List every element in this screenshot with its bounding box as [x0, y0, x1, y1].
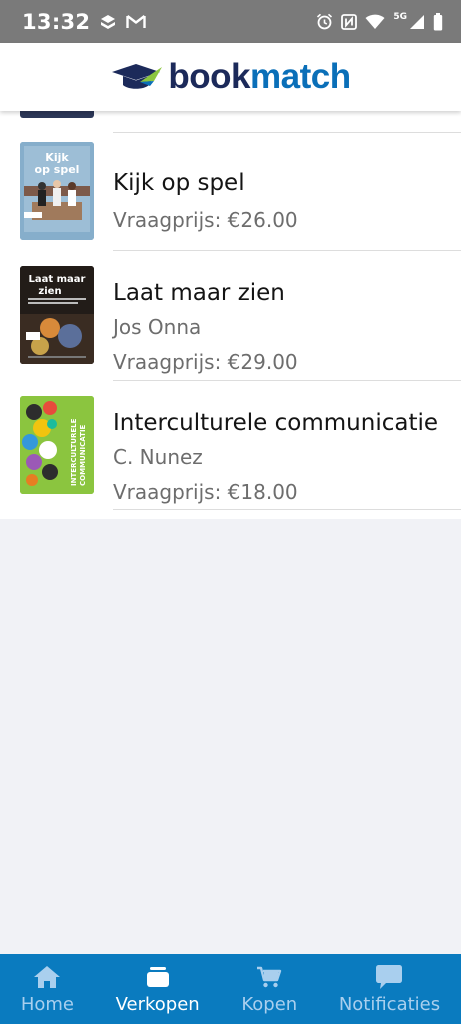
graduation-cap-icon	[110, 61, 164, 93]
nav-notificaties-label: Notificaties	[338, 994, 441, 1015]
svg-text:Laat maar: Laat maar	[29, 274, 86, 285]
svg-text:COMMUNICATIE: COMMUNICATIE	[79, 424, 87, 486]
nav-home[interactable]: Home	[21, 954, 74, 1015]
nav-verkopen-label: Verkopen	[115, 994, 200, 1015]
chat-icon	[375, 964, 403, 990]
bookmatch-logo[interactable]: bookmatch	[110, 57, 351, 97]
nav-home-label: Home	[20, 994, 74, 1015]
list-item-partial[interactable]	[0, 111, 461, 132]
nav-notificaties[interactable]: Notificaties	[339, 954, 440, 1015]
list-item[interactable]: Laat maar zien Laat maar zien Jos Onna V…	[0, 250, 461, 380]
book-cover: Laat maar zien	[20, 266, 94, 364]
book-cover	[20, 111, 94, 118]
book-price: Vraagprijs: €26.00	[113, 208, 298, 232]
book-price: Vraagprijs: €29.00	[113, 350, 298, 374]
cart-icon	[256, 964, 282, 990]
battery-icon	[433, 12, 443, 31]
nfc-icon	[341, 13, 358, 30]
book-list: Kijk op spel Kijk op spel Vraagprijs: €2…	[0, 111, 461, 519]
wifi-icon	[365, 14, 385, 30]
inbox-icon	[145, 964, 171, 990]
book-author: C. Nunez	[113, 445, 203, 469]
book-author: Jos Onna	[113, 315, 202, 339]
signal-icon	[409, 14, 425, 30]
book-title: Laat maar zien	[113, 280, 285, 306]
status-time: 13:32	[22, 9, 91, 34]
network-type: 5G	[393, 11, 407, 22]
divider	[113, 509, 461, 510]
bottom-nav: Home Verkopen Kopen Notificaties	[0, 954, 461, 1024]
book-price: Vraagprijs: €18.00	[113, 480, 298, 504]
notification-icon	[99, 14, 117, 30]
list-item[interactable]: Kijk op spel Kijk op spel Vraagprijs: €2…	[0, 132, 461, 250]
svg-text:op spel: op spel	[35, 163, 80, 176]
nav-kopen[interactable]: Kopen	[241, 954, 297, 1015]
home-icon	[33, 964, 61, 990]
logo-text-book: book	[168, 57, 250, 96]
list-item[interactable]: INTERCULTURELE COMMUNICATIE Interculture…	[0, 380, 461, 510]
app-header: bookmatch	[0, 43, 461, 111]
status-bar: 13:32 5G	[0, 0, 461, 43]
book-cover: INTERCULTURELE COMMUNICATIE	[20, 396, 94, 494]
gmail-icon	[126, 14, 147, 29]
book-title: Interculturele communicatie	[113, 410, 439, 436]
nav-verkopen[interactable]: Verkopen	[116, 954, 200, 1015]
book-title: Kijk op spel	[113, 170, 245, 196]
logo-text-match: match	[250, 57, 351, 96]
svg-text:INTERCULTURELE: INTERCULTURELE	[70, 418, 78, 486]
nav-kopen-label: Kopen	[241, 994, 298, 1015]
book-cover: Kijk op spel	[20, 142, 94, 240]
svg-text:zien: zien	[38, 286, 61, 297]
alarm-icon	[316, 13, 333, 30]
